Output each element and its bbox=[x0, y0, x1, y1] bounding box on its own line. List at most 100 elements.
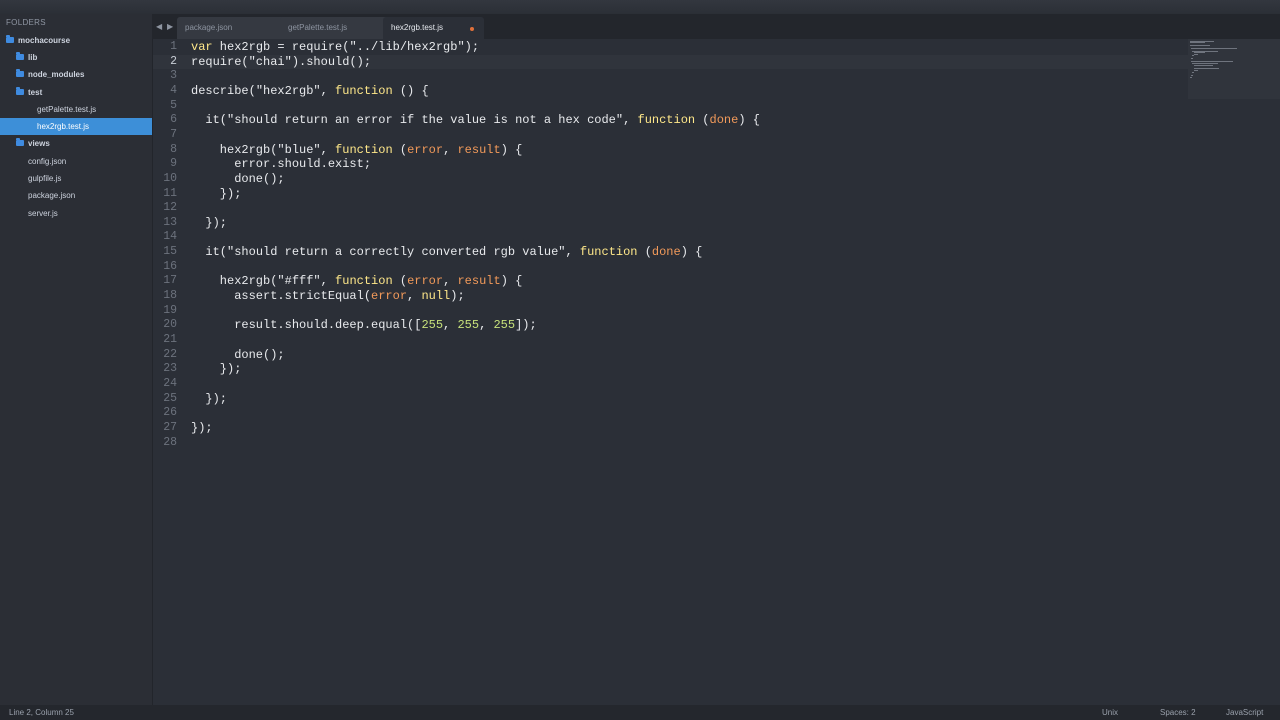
line-number: 4 bbox=[170, 83, 177, 97]
sidebar-file-hex2rgb-test-js[interactable]: hex2rgb.test.js bbox=[0, 118, 152, 135]
code-text: describe("hex2rgb", function () { bbox=[191, 83, 429, 98]
code-editor[interactable]: 1 var hex2rgb = require("../lib/hex2rgb")… bbox=[153, 39, 1280, 705]
line-number: 6 bbox=[170, 113, 177, 127]
unsaved-dot-icon[interactable] bbox=[470, 27, 474, 31]
code-text: done(); bbox=[191, 171, 285, 186]
line-number: 19 bbox=[163, 303, 177, 317]
code-text: }); bbox=[191, 186, 242, 201]
tab-bar: ◀ ▶ package.json getPalette.test.js hex2… bbox=[152, 14, 1280, 39]
sidebar-item-label: package.json bbox=[28, 191, 76, 201]
tab-label: hex2rgb.test.js bbox=[391, 23, 444, 32]
tab-prev-icon[interactable]: ◀ bbox=[156, 22, 162, 31]
sidebar-item-label: gulpfile.js bbox=[28, 174, 62, 184]
minimap-line bbox=[1191, 48, 1238, 49]
sidebar-folder-node-modules[interactable]: node_modules bbox=[0, 66, 152, 83]
minimap-line bbox=[1191, 74, 1194, 76]
line-number: 5 bbox=[170, 98, 177, 112]
minimap-line bbox=[1191, 57, 1194, 59]
sidebar-item-label: hex2rgb.test.js bbox=[37, 122, 90, 132]
sidebar-file-gulpfile-js[interactable]: gulpfile.js bbox=[0, 170, 152, 187]
line-number: 26 bbox=[163, 406, 177, 420]
code-text: }); bbox=[191, 362, 242, 377]
window-titlebar bbox=[0, 0, 1280, 14]
folder-icon bbox=[6, 34, 14, 43]
line-number: 14 bbox=[163, 230, 177, 244]
folder-icon bbox=[16, 68, 24, 77]
line-number: 3 bbox=[170, 69, 177, 83]
line-number: 9 bbox=[170, 157, 177, 171]
code-text: done(); bbox=[191, 347, 285, 362]
sidebar-file-package-json[interactable]: package.json bbox=[0, 187, 152, 204]
minimap-line bbox=[1192, 55, 1195, 56]
code-text: var hex2rgb = require("../lib/hex2rgb"); bbox=[191, 40, 480, 54]
sidebar-folder-test[interactable]: test bbox=[0, 84, 152, 101]
line-number: 13 bbox=[163, 215, 177, 229]
code-text: it("should return a correctly converted … bbox=[191, 245, 703, 260]
folder-icon bbox=[16, 51, 24, 60]
code-text: }); bbox=[191, 420, 213, 435]
sidebar-header: FOLDERS bbox=[6, 18, 46, 27]
line-number: 23 bbox=[163, 362, 177, 376]
code-text: error.should.exist; bbox=[191, 157, 372, 172]
sidebar-file-config-json[interactable]: config.json bbox=[0, 153, 152, 170]
sidebar-folder-mochacourse[interactable]: mochacourse bbox=[0, 32, 152, 49]
sidebar-item-label: views bbox=[28, 139, 50, 149]
sidebar-folder-lib[interactable]: lib bbox=[0, 49, 152, 66]
sidebar-file-server-js[interactable]: server.js bbox=[0, 205, 152, 222]
sidebar-file-getpalette-test-js[interactable]: getPalette.test.js bbox=[0, 101, 152, 118]
code-text: }); bbox=[191, 391, 228, 406]
tab-label: package.json bbox=[185, 23, 233, 32]
cursor-position: Line 2, Column 25 bbox=[9, 708, 74, 717]
line-number: 1 bbox=[170, 40, 177, 53]
line-number: 2 bbox=[170, 54, 177, 68]
line-endings[interactable]: Unix bbox=[1102, 705, 1118, 720]
line-number: 12 bbox=[163, 201, 177, 215]
code-text: it("should return an error if the value … bbox=[191, 113, 760, 128]
sidebar-item-label: mochacourse bbox=[18, 36, 71, 46]
sidebar-item-label: lib bbox=[28, 53, 38, 63]
line-number: 10 bbox=[163, 171, 177, 185]
sidebar-item-label: server.js bbox=[28, 209, 58, 219]
line-number: 8 bbox=[170, 142, 177, 156]
line-number: 27 bbox=[163, 420, 177, 434]
minimap-line bbox=[1190, 77, 1192, 79]
minimap-line bbox=[1193, 67, 1219, 69]
line-number: 28 bbox=[163, 435, 177, 449]
minimap-line bbox=[1190, 42, 1205, 44]
folder-icon bbox=[16, 137, 24, 146]
minimap-line bbox=[1191, 60, 1233, 62]
sidebar: FOLDERS mochacourse lib node_modulestest ge… bbox=[0, 14, 153, 705]
minimap[interactable] bbox=[1188, 39, 1280, 99]
code-text: assert.strictEqual(error, null); bbox=[191, 289, 465, 304]
code-text: require("chai").should(); bbox=[191, 54, 372, 69]
folder-icon bbox=[16, 86, 24, 95]
code-text: result.should.deep.equal([255, 255, 255]… bbox=[191, 318, 537, 333]
code-text: hex2rgb("blue", function (error, result)… bbox=[191, 142, 523, 157]
status-bar: Line 2, Column 25 Unix Spaces: 2 JavaScr… bbox=[0, 705, 1280, 720]
syntax-mode[interactable]: JavaScript bbox=[1226, 705, 1263, 720]
line-number: 25 bbox=[163, 391, 177, 405]
line-number: 17 bbox=[163, 274, 177, 288]
line-number: 15 bbox=[163, 245, 177, 259]
line-number: 24 bbox=[163, 376, 177, 390]
line-number: 18 bbox=[163, 289, 177, 303]
line-number: 20 bbox=[163, 318, 177, 332]
line-number: 21 bbox=[163, 333, 177, 346]
line-number: 11 bbox=[163, 186, 177, 200]
sidebar-item-label: config.json bbox=[28, 157, 67, 167]
code-text: hex2rgb("#fff", function (error, result)… bbox=[191, 274, 523, 289]
tab-hex2rgb-test[interactable]: hex2rgb.test.js bbox=[383, 17, 484, 39]
sidebar-item-label: node_modules bbox=[28, 70, 85, 80]
sidebar-folder-views[interactable]: views bbox=[0, 135, 152, 152]
minimap-line bbox=[1192, 71, 1195, 73]
code-text: }); bbox=[191, 215, 228, 230]
line-number: 22 bbox=[163, 347, 177, 361]
sidebar-item-label: test bbox=[28, 88, 43, 98]
line-number: 7 bbox=[170, 127, 177, 141]
line-number: 16 bbox=[163, 259, 177, 273]
tab-next-icon[interactable]: ▶ bbox=[167, 22, 173, 31]
indentation-setting[interactable]: Spaces: 2 bbox=[1160, 705, 1196, 720]
sidebar-item-label: getPalette.test.js bbox=[37, 105, 97, 115]
tab-label: getPalette.test.js bbox=[288, 23, 348, 32]
minimap-line bbox=[1193, 64, 1213, 66]
